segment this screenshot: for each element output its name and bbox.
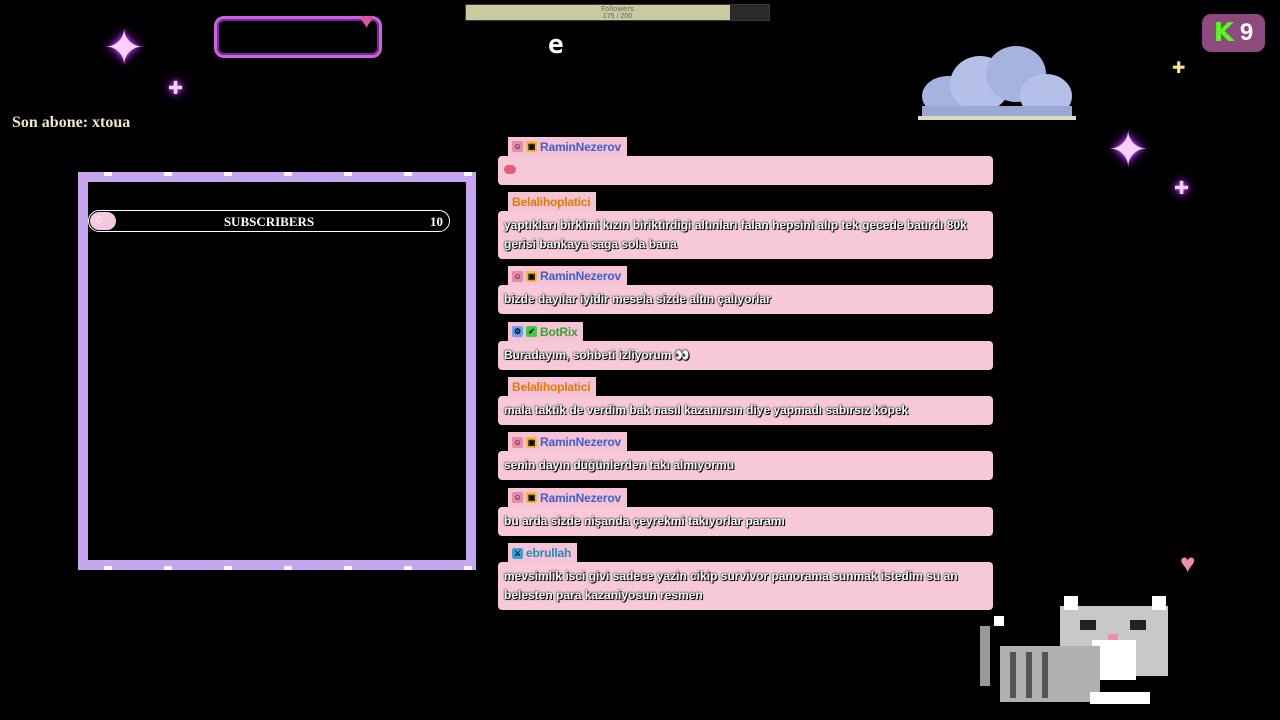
chat-message-bubble: Buradayım, sohbeti izliyorum 👀: [498, 340, 993, 370]
chat-message: ☺ ▣ RaminNezerov bizde dayılar iyidir mesel…: [498, 266, 993, 314]
chat-username: Belalihoplatici: [512, 379, 591, 394]
chat-message-bubble: senin dayın düğünlerden takı almıyormu: [498, 451, 993, 480]
chat-overlay: ☺ ▣ RaminNezerov Belalihoplatici yaptıkları …: [498, 136, 993, 617]
viewer-count: 9: [1239, 19, 1254, 46]
chat-username: BotRix: [540, 324, 578, 339]
follower-goal-label: Followers: [601, 5, 634, 13]
chat-username-tag: ☺ ▣ RaminNezerov: [508, 487, 627, 508]
chat-message-bubble: mevsimlik isci givi sadece yazin cikip s…: [498, 562, 993, 610]
chat-username-tag: ⚔ ebrullah: [508, 543, 578, 563]
last-subscriber-label: Son abone: xtoua: [12, 114, 131, 131]
chat-message: ☺ ▣ RaminNezerov: [498, 136, 993, 185]
chat-message-bubble: [498, 155, 993, 185]
chat-message-bubble: bu arda sizde nişanda çeyrekmi takıyorla…: [498, 506, 993, 536]
chat-message-text: mala taktik de verdim bak nasıl kazanırs…: [504, 402, 909, 417]
sub-icon: ☺: [512, 270, 523, 282]
verified-icon: ✔: [526, 326, 537, 337]
chat-username-tag: ⚙ ✔ BotRix: [508, 321, 584, 342]
chat-message-text: Buradayım, sohbeti izliyorum 👀: [504, 347, 690, 362]
chat-username-tag: Belalihoplatici: [508, 191, 597, 212]
chat-message-text: bizde dayılar iyidir mesela sizde altın …: [504, 292, 771, 306]
chat-message: Belalihoplatici yaptıkları birkimi kızın …: [498, 191, 993, 259]
gift-icon: ▣: [526, 270, 537, 282]
sub-icon: ☺: [512, 141, 523, 152]
chat-message-text: yaptıkları birkimi kızın biriktirdigi al…: [504, 217, 967, 251]
cloud-icon: [918, 46, 1076, 120]
emote-icon: [504, 164, 516, 174]
sparkle-icon: ✚: [1174, 178, 1190, 198]
chat-message-text: bu arda sizde nişanda çeyrekmi takıyorla…: [504, 513, 785, 528]
heart-icon: ♥: [360, 8, 374, 33]
gift-icon: ▣: [526, 141, 537, 152]
sub-icon: ☺: [512, 492, 523, 503]
chat-message-bubble: yaptıkları birkimi kızın biriktirdigi al…: [498, 210, 993, 259]
chat-message-bubble: mala taktik de verdim bak nasıl kazanırs…: [498, 395, 993, 425]
sparkle-icon: ✦: [1108, 124, 1149, 177]
sparkle-icon: ✚: [168, 78, 184, 98]
chat-message: ⚙ ✔ BotRix Buradayım, sohbeti izliyorum 👀: [498, 321, 993, 370]
chat-username-tag: ☺ ▣ RaminNezerov: [508, 266, 627, 286]
chat-username-tag: Belalihoplatici: [508, 376, 597, 397]
subscriber-goal-bar: 0 SUBSCRIBERS 10: [88, 210, 450, 232]
bot-icon: ⚙: [512, 326, 523, 337]
kick-viewer-badge: K 9: [1202, 14, 1265, 52]
chat-username: RaminNezerov: [540, 269, 621, 283]
chat-username: Belalihoplatici: [512, 194, 591, 209]
chat-message: ☺ ▣ RaminNezerov bu arda sizde nişanda çeyr…: [498, 487, 993, 536]
chat-username: RaminNezerov: [540, 139, 621, 154]
follower-goal-bar: Followers 175 / 200: [465, 4, 770, 21]
chat-message: ⚔ ebrullah mevsimlik isci givi sadece yazi…: [498, 543, 993, 610]
heart-icon: ♥: [1180, 548, 1196, 578]
pixel-cat-icon: [980, 596, 1168, 704]
gift-icon: ▣: [526, 436, 537, 448]
sparkle-icon: ✚: [1172, 60, 1186, 77]
subscriber-goal-panel: 0 SUBSCRIBERS 10: [78, 172, 476, 570]
chat-message: ☺ ▣ RaminNezerov senin dayın düğünlerden ta…: [498, 432, 993, 480]
pixel-frame-decoration: [214, 16, 382, 58]
sparkle-icon: ✦: [104, 22, 145, 75]
subscriber-goal-label: SUBSCRIBERS: [223, 214, 315, 229]
gift-icon: ▣: [526, 492, 537, 503]
chat-message-bubble: bizde dayılar iyidir mesela sizde altın …: [498, 285, 993, 314]
chat-username: RaminNezerov: [540, 490, 621, 505]
chat-message: Belalihoplatici mala taktik de verdim bak…: [498, 376, 993, 425]
chat-username-tag: ☺ ▣ RaminNezerov: [508, 432, 627, 452]
kick-logo-icon: K: [1213, 18, 1234, 48]
moderator-icon: ⚔: [512, 547, 523, 559]
follower-goal-count: 175 / 200: [602, 13, 633, 20]
pixel-glyph-icon: e: [548, 30, 564, 60]
chat-message-text: mevsimlik isci givi sadece yazin cikip s…: [504, 569, 958, 602]
chat-message-text: senin dayın düğünlerden takı almıyormu: [504, 458, 735, 472]
chat-username: RaminNezerov: [540, 435, 621, 449]
chat-username: ebrullah: [526, 546, 572, 560]
chat-username-tag: ☺ ▣ RaminNezerov: [508, 136, 627, 157]
subscriber-goal-target: 10: [430, 214, 443, 229]
sub-icon: ☺: [512, 436, 523, 448]
